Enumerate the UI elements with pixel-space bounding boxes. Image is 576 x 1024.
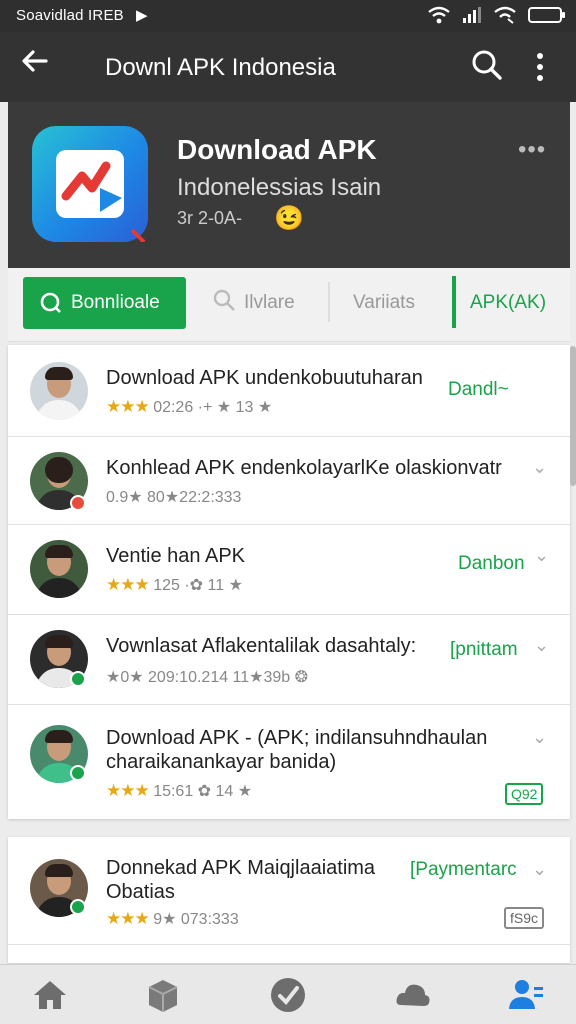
item-meta: ★0★ 209:10.214 11★39b ❂: [106, 667, 308, 687]
item-title: Konhlead APK endenkolayarlKe olaskionvat…: [106, 457, 502, 479]
payment-action[interactable]: [Paymentarc: [410, 859, 517, 881]
signal-icon: [463, 7, 481, 23]
avatar: [30, 362, 88, 420]
search-icon: [213, 289, 235, 311]
cloud-icon[interactable]: [393, 975, 433, 1015]
wifi-calling-icon: [494, 6, 516, 24]
item-title: Vownlasat Aflakentalilak dasahtaly:: [106, 635, 417, 657]
version-tag: Q92: [505, 783, 544, 805]
rating-stars: ★★★: [106, 575, 150, 594]
wifi-icon: [428, 6, 450, 24]
rating-stars: ★★★: [106, 909, 150, 928]
item-title-line2: Obatias: [106, 881, 175, 903]
list-item[interactable]: Download APK - (APK; indilansuhndhaulan …: [8, 705, 570, 819]
download-action[interactable]: Dandl~: [448, 379, 509, 401]
item-title: Download APK - (APK; indilansuhndhaulan: [106, 727, 488, 749]
version-tag: fS9c: [504, 907, 545, 929]
battery-icon: [528, 7, 565, 23]
refresh-icon: [40, 292, 61, 313]
arrow-back-icon[interactable]: [20, 46, 50, 76]
tab-bar: Bonnlioale Ilvlare Variiats APK(AK): [8, 268, 570, 342]
chevron-down-icon[interactable]: ⌄: [534, 635, 549, 656]
status-dot: [70, 495, 86, 511]
avatar: [30, 540, 88, 598]
item-title: Ventie han APK: [106, 545, 246, 567]
list-item[interactable]: Vownlasat Aflakentalilak dasahtaly: ★0★ …: [8, 615, 570, 705]
page-title: Downl APK Indonesia: [105, 54, 336, 81]
status-text: Soavidlad IREB: [16, 7, 124, 24]
tab-label: APK(AK): [470, 292, 547, 313]
wink-emoji-icon: 😉: [274, 205, 304, 232]
app-logo: [32, 126, 148, 242]
app-bar: Downl APK Indonesia: [0, 32, 576, 102]
item-stats: 125 ·✿ 11 ★: [153, 577, 243, 594]
verified-badge-icon: [70, 671, 86, 687]
item-title-line2: charaikanankayar banida): [106, 751, 337, 773]
bottom-nav: [0, 964, 576, 1024]
rating-stars: ★★★: [106, 397, 150, 416]
tab-apk[interactable]: APK(AK): [452, 276, 568, 328]
app-subtitle: Indonelessias Isain: [177, 174, 382, 201]
chevron-down-icon[interactable]: ⌄: [532, 457, 547, 478]
app-title: Download APK: [177, 134, 377, 165]
chevron-down-icon[interactable]: ⌄: [532, 727, 547, 748]
item-stats: ★0★ 209:10.214 11★39b ❂: [106, 669, 309, 686]
box-icon[interactable]: [143, 975, 183, 1015]
verified-badge-icon: [70, 765, 86, 781]
chevron-down-icon[interactable]: ⌄: [532, 859, 547, 880]
home-icon[interactable]: [30, 975, 70, 1015]
download-action[interactable]: Danbon: [458, 553, 525, 575]
item-stats: 9★ 073:333: [153, 911, 239, 928]
item-stats: 15:61 ✿ 14 ★: [153, 783, 253, 800]
tab-divider: [328, 282, 330, 322]
download-action[interactable]: [pnittam: [450, 639, 518, 661]
item-meta: ★★★ 15:61 ✿ 14 ★: [106, 781, 252, 801]
tab-download[interactable]: Bonnlioale: [23, 277, 186, 329]
status-bar: Soavidlad IREB ▶: [0, 0, 576, 32]
app-list: Download APK undenkobuutuharan ★★★ 02:26…: [8, 345, 570, 819]
tab-share[interactable]: Ilvlare: [244, 292, 295, 314]
tab-label: Bonnlioale: [71, 292, 160, 313]
account-icon[interactable]: [506, 975, 546, 1015]
list-item[interactable]: Donnekad APK Maiqjlaaiatima Obatias ★★★ …: [8, 837, 570, 945]
chevron-down-icon[interactable]: ⌄: [534, 545, 549, 566]
app-header-card: Download APK Indonelessias Isain 3r 2-0A…: [8, 102, 570, 268]
check-circle-icon[interactable]: [268, 975, 308, 1015]
more-vert-icon[interactable]: [528, 50, 552, 84]
list-item[interactable]: Konhlead APK endenkolayarlKe olaskionvat…: [8, 437, 570, 525]
tab-variants[interactable]: Variiats: [353, 292, 415, 314]
play-icon: ▶: [136, 7, 148, 24]
list-item[interactable]: Download APK undenkobuutuharan ★★★ 02:26…: [8, 345, 570, 437]
list-item[interactable]: Ventie han APK ★★★ 125 ·✿ 11 ★ Danbon ⌄: [8, 525, 570, 615]
app-list-secondary: Donnekad APK Maiqjlaaiatima Obatias ★★★ …: [8, 837, 570, 963]
item-title: Download APK undenkobuutuharan: [106, 367, 423, 389]
item-meta: 0.9★ 80★22:2:333: [106, 487, 241, 507]
item-meta: ★★★ 9★ 073:333: [106, 909, 239, 929]
app-meta: 3r 2-0A-: [177, 208, 243, 228]
more-horiz-icon[interactable]: •••: [518, 136, 546, 164]
search-icon[interactable]: [470, 48, 504, 82]
item-stats: 0.9★ 80★22:2:333: [106, 489, 242, 506]
rating-stars: ★★★: [106, 781, 150, 800]
scrollbar[interactable]: [570, 346, 576, 486]
verified-badge-icon: [70, 899, 86, 915]
item-meta: ★★★ 125 ·✿ 11 ★: [106, 575, 243, 595]
item-meta: ★★★ 02:26 ·+ ★ 13 ★: [106, 397, 272, 417]
item-stats: 02:26 ·+ ★ 13 ★: [153, 399, 273, 416]
item-title: Donnekad APK Maiqjlaaiatima: [106, 857, 376, 879]
